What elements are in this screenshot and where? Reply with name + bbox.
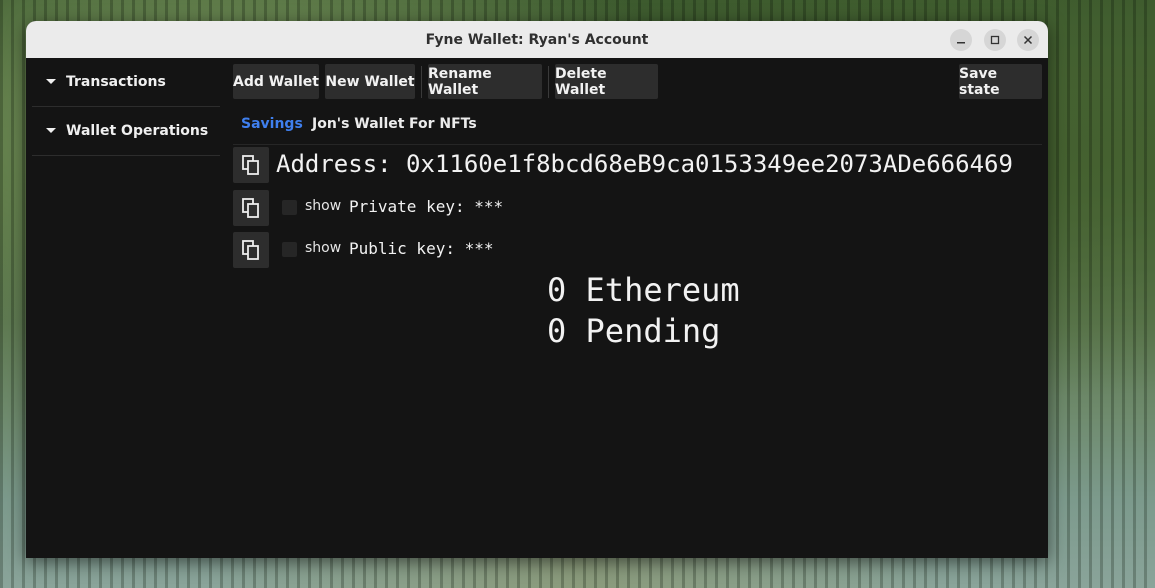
- show-public-key-label[interactable]: show: [305, 240, 341, 256]
- sidebar: Transactions Wallet Operations: [26, 58, 226, 558]
- sidebar-item-wallet-operations[interactable]: Wallet Operations: [32, 107, 220, 156]
- caret-down-icon: [46, 79, 64, 85]
- app-window: Fyne Wallet: Ryan's Account Transactions…: [26, 21, 1048, 558]
- minimize-button[interactable]: [950, 29, 972, 51]
- maximize-icon: [990, 35, 1000, 45]
- maximize-button[interactable]: [984, 29, 1006, 51]
- copy-icon: [242, 155, 259, 175]
- new-wallet-button[interactable]: New Wallet: [325, 64, 415, 99]
- save-state-button[interactable]: Save state: [959, 64, 1042, 99]
- wallet-address: Address: 0x1160e1f8bcd68eB9ca0153349ee20…: [276, 150, 1013, 178]
- add-wallet-button[interactable]: Add Wallet: [233, 64, 319, 99]
- copy-icon: [242, 240, 259, 260]
- rename-wallet-button[interactable]: Rename Wallet: [428, 64, 542, 99]
- close-icon: [1023, 35, 1033, 45]
- show-private-key-label[interactable]: show: [305, 198, 341, 214]
- caret-down-icon: [46, 128, 64, 134]
- sidebar-item-transactions[interactable]: Transactions: [32, 58, 220, 107]
- pending-balance: 0 Pending: [547, 312, 721, 350]
- minimize-icon: [957, 42, 965, 44]
- title-bar[interactable]: Fyne Wallet: Ryan's Account: [26, 21, 1048, 58]
- window-title: Fyne Wallet: Ryan's Account: [425, 31, 649, 48]
- sidebar-item-label: Transactions: [66, 74, 166, 90]
- copy-public-key-button[interactable]: [233, 232, 269, 268]
- tab-savings[interactable]: Savings: [241, 113, 303, 135]
- show-public-key-checkbox[interactable]: [282, 242, 297, 257]
- sidebar-item-label: Wallet Operations: [66, 123, 209, 139]
- close-button[interactable]: [1017, 29, 1039, 51]
- tab-for-nfts[interactable]: For NFTs: [409, 113, 477, 135]
- toolbar-separator: [421, 66, 422, 98]
- tab-jons-wallet[interactable]: Jon's Wallet: [312, 113, 404, 135]
- ethereum-balance: 0 Ethereum: [547, 271, 740, 309]
- copy-icon: [242, 198, 259, 218]
- copy-address-button[interactable]: [233, 147, 269, 183]
- toolbar-separator: [548, 66, 549, 98]
- public-key: Public key: ***: [349, 239, 494, 258]
- private-key: Private key: ***: [349, 197, 504, 216]
- tab-divider: [233, 144, 1042, 145]
- show-private-key-checkbox[interactable]: [282, 200, 297, 215]
- copy-private-key-button[interactable]: [233, 190, 269, 226]
- delete-wallet-button[interactable]: Delete Wallet: [555, 64, 658, 99]
